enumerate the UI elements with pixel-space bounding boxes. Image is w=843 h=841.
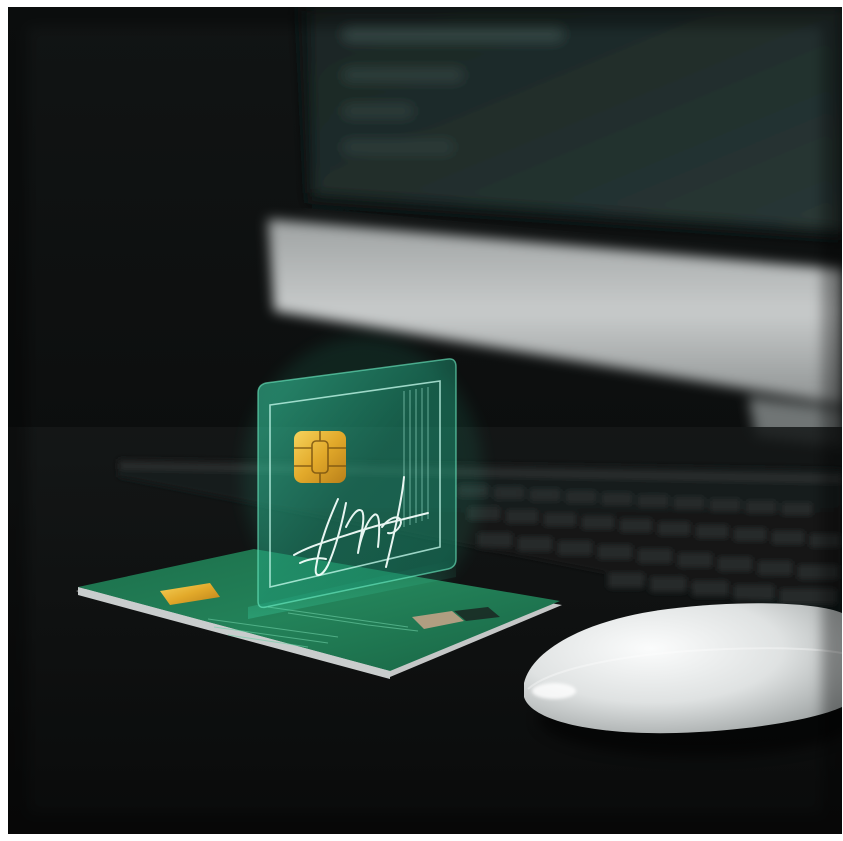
holographic-card (257, 358, 457, 609)
photo-frame (0, 0, 843, 841)
hologram-chip-icon (294, 431, 346, 483)
scene-illustration (8, 7, 842, 834)
photo-scene (8, 7, 842, 834)
